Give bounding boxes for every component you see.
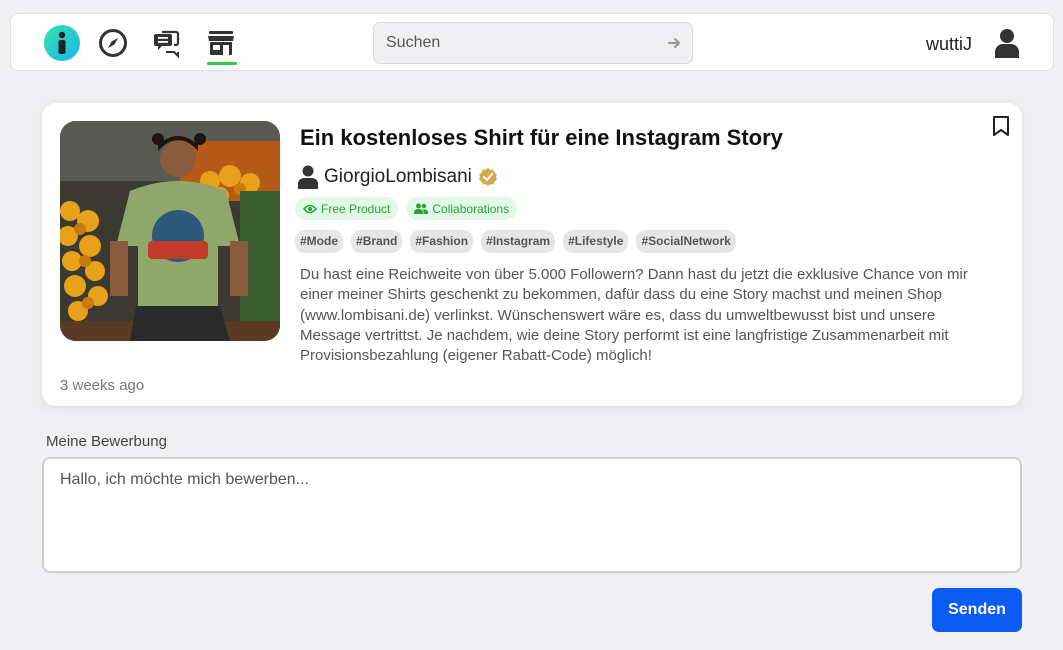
offer-card: Ein kostenloses Shirt für eine Instagram…: [42, 103, 1022, 406]
chat-icon[interactable]: [149, 25, 185, 61]
user-icon: [298, 165, 318, 189]
verified-badge-icon: [479, 168, 497, 186]
offer-title: Ein kostenloses Shirt für eine Instagram…: [300, 125, 783, 150]
author[interactable]: GiorgioLombisani: [298, 165, 498, 189]
posted-time: 3 weeks ago: [60, 377, 145, 394]
badge-label: Free Product: [321, 201, 391, 216]
tag-lifestyle[interactable]: #Lifestyle: [563, 230, 629, 253]
tag-brand[interactable]: #Brand: [351, 230, 403, 253]
tag-list: #Mode #Brand #Fashion #Instagram #Lifest…: [295, 230, 736, 253]
tag-instagram[interactable]: #Instagram: [481, 230, 556, 253]
tag-mode[interactable]: #Mode: [295, 230, 344, 253]
eye-icon: [303, 204, 317, 213]
arrow-right-icon[interactable]: [666, 34, 684, 52]
top-navigation-bar: wuttiJ: [10, 13, 1054, 71]
offer-image: [60, 121, 280, 341]
search-bar: [373, 22, 693, 64]
category-badges: Free Product Collaborations: [295, 197, 518, 220]
badge-collaborations: Collaborations: [406, 197, 518, 220]
users-icon: [414, 203, 429, 214]
badge-label: Collaborations: [432, 201, 510, 216]
user-icon[interactable]: [993, 28, 1021, 58]
bookmark-icon[interactable]: [992, 115, 1010, 137]
compass-icon[interactable]: [95, 25, 131, 61]
application-label: Meine Bewerbung: [46, 433, 167, 450]
offer-description: Du hast eine Reichweite von über 5.000 F…: [300, 266, 968, 365]
shop-icon[interactable]: [203, 25, 239, 61]
username[interactable]: wuttiJ: [926, 34, 972, 55]
author-name[interactable]: GiorgioLombisani: [324, 166, 472, 188]
tag-socialnetwork[interactable]: #SocialNetwork: [636, 230, 736, 253]
badge-free-product: Free Product: [295, 197, 399, 220]
info-icon[interactable]: [44, 25, 80, 61]
send-button[interactable]: Senden: [932, 588, 1022, 632]
active-tab-indicator: [207, 62, 237, 65]
tag-fashion[interactable]: #Fashion: [410, 230, 474, 253]
search-input[interactable]: [374, 23, 664, 63]
application-textarea[interactable]: [42, 457, 1022, 573]
